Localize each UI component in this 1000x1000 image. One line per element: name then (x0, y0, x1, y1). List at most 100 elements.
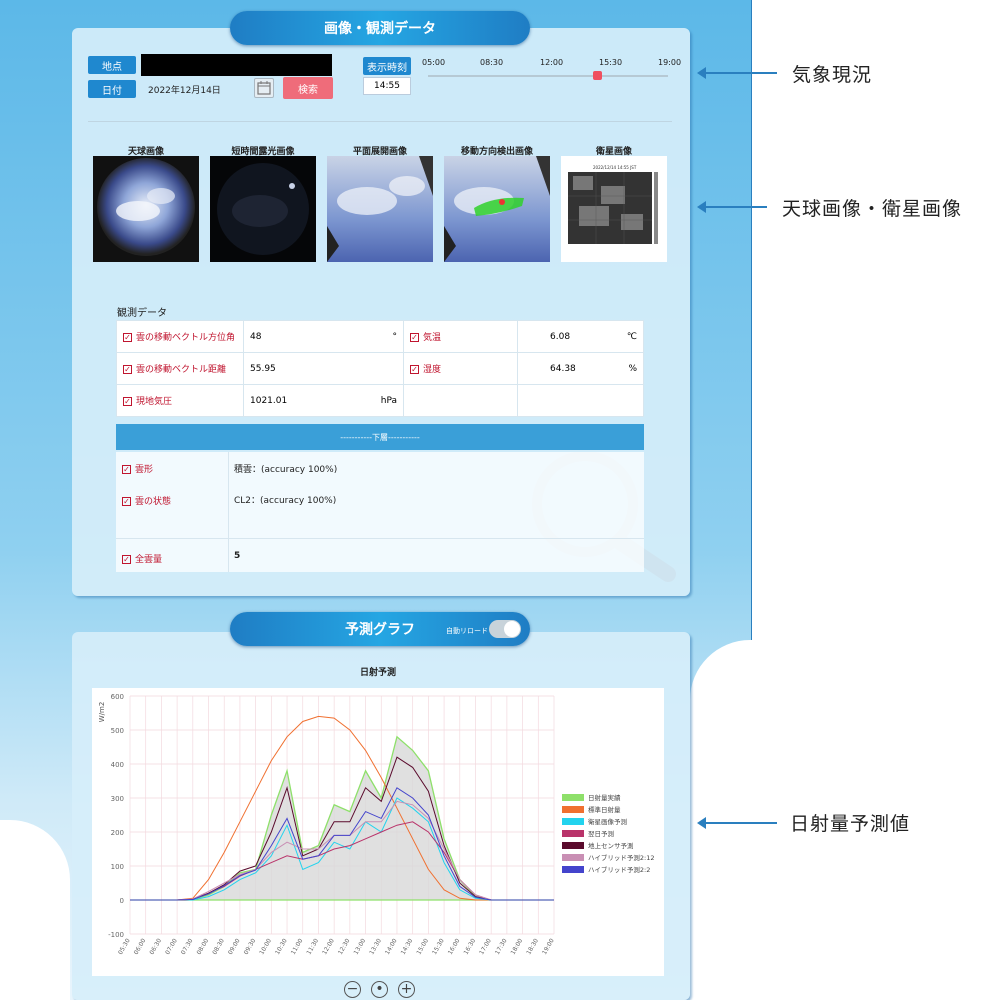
timeline-tick-label: 15:30 (599, 58, 623, 67)
observation-title: 観測データ (117, 308, 167, 319)
cloud-type-label: ✓ 雲形 (122, 465, 154, 475)
forecast-title: 予測グラフ (345, 622, 415, 638)
y-tick-label: 500 (111, 727, 124, 735)
x-tick-label: 07:00 (164, 937, 179, 956)
display-time-label: 表示時刻 (363, 57, 411, 75)
row-value: 64.38 (550, 363, 576, 374)
calendar-icon[interactable] (254, 78, 274, 98)
date-value[interactable]: 2022年12月14日 (148, 83, 221, 96)
time-slider-handle[interactable] (593, 71, 603, 80)
row-label: 湿度 (423, 365, 442, 375)
satellite-caption: 2022/12/14 14:55 JST (593, 165, 637, 170)
divider (88, 121, 672, 122)
zoom-reset-button[interactable]: • (371, 981, 388, 998)
auto-reload-toggle[interactable] (489, 620, 521, 638)
y-tick-label: 200 (111, 829, 124, 837)
time-slider[interactable]: 05:00 08:30 12:00 15:30 19:00 (422, 58, 681, 92)
x-tick-label: 18:00 (510, 937, 525, 956)
row-label: 現地気圧 (136, 397, 173, 407)
legend-swatch (562, 842, 584, 849)
y-axis-label: W/m2 (98, 702, 106, 723)
row-unit: ℃ (626, 331, 637, 342)
x-tick-label: 09:00 (227, 937, 242, 956)
zoom-out-button[interactable]: − (344, 981, 361, 998)
checkbox-icon[interactable]: ✓ (410, 365, 419, 374)
row-unit: ° (392, 331, 398, 342)
legend-label: 地上センサ予測 (588, 841, 634, 850)
panel-title-observation: 画像・観測データ (230, 11, 530, 45)
row-unit: % (628, 363, 637, 374)
decorative-cloud-left (0, 820, 70, 1000)
search-button[interactable]: 検索 (283, 77, 333, 99)
legend-swatch (562, 806, 584, 813)
y-tick-label: 400 (111, 761, 124, 769)
location-field-redacted[interactable] (141, 54, 332, 76)
x-tick-label: 15:30 (431, 937, 446, 956)
x-tick-label: 11:00 (290, 937, 305, 956)
x-tick-label: 07:30 (180, 937, 195, 956)
x-tick-label: 12:00 (321, 937, 336, 956)
x-tick-label: 10:30 (274, 937, 289, 956)
checkbox-icon[interactable]: ✓ (123, 333, 132, 342)
y-tick-label: -100 (108, 931, 124, 939)
x-tick-label: 12:30 (337, 937, 352, 956)
x-tick-label: 13:00 (353, 937, 368, 956)
row-label: 気温 (423, 333, 442, 343)
irradiance-chart-area: -100 0 100 200 300 400 500 600 05:30 06:00 06:30 07… (92, 688, 664, 976)
checkbox-icon[interactable]: ✓ (410, 333, 419, 342)
legend-label: 衛星画像予測 (588, 817, 627, 826)
x-tick-label: 05:30 (117, 937, 132, 956)
checkbox-icon[interactable]: ✓ (122, 497, 131, 506)
legend-swatch (562, 830, 584, 837)
legend-label: 日射量実績 (588, 793, 621, 802)
annotation-arrow (697, 201, 767, 213)
x-tick-label: 11:30 (305, 937, 320, 956)
legend-swatch (562, 794, 584, 801)
x-tick-label: 14:30 (400, 937, 415, 956)
observation-table: ✓ 雲の移動ベクトル方位角 48 ° ✓ 気温 6.08 ℃ ✓ 雲の移動ベクトル距離 5… (116, 320, 644, 417)
flat-projection-image[interactable] (327, 156, 433, 262)
zoom-in-button[interactable]: + (398, 981, 415, 998)
row-unit: hPa (380, 395, 397, 406)
x-tick-label: 17:30 (494, 937, 509, 956)
x-tick-label: 08:00 (196, 937, 211, 956)
legend-label: ハイブリッド予測2:2 (588, 865, 650, 874)
total-cloud-value: 5 (234, 551, 241, 561)
x-tick-label: 06:00 (133, 937, 148, 956)
table-row: ✓ 雲の移動ベクトル距離 55.95 ✓ 湿度 64.38% (116, 352, 644, 385)
chart-title: 日射予測 (360, 668, 397, 678)
row-value: 48 (250, 331, 262, 342)
irradiance-chart[interactable]: -100010020030040050060005:30 06:00 06:30 07… (92, 688, 664, 976)
legend-label: ハイブリッド予測2:12 (588, 853, 654, 862)
all-sky-image[interactable] (93, 156, 199, 262)
cloud-info-area: ✓ 雲形 積雲：(accuracy 100%) ✓ 雲の状態 CL2：(accura… (116, 452, 644, 572)
row-value: 6.08 (550, 331, 571, 342)
x-tick-label: 06:30 (148, 937, 163, 956)
x-tick-label: 09:30 (243, 937, 258, 956)
short-exposure-image[interactable] (210, 156, 316, 262)
checkbox-icon[interactable]: ✓ (123, 365, 132, 374)
table-row: ✓ 雲の移動ベクトル方位角 48 ° ✓ 気温 6.08 ℃ (116, 320, 644, 353)
display-time-value[interactable]: 14:55 (363, 77, 411, 95)
satellite-image[interactable]: 2022/12/14 14:55 JST (561, 156, 667, 262)
checkbox-icon[interactable]: ✓ (122, 465, 131, 474)
time-slider-track (428, 75, 668, 77)
x-tick-label: 08:30 (211, 937, 226, 956)
y-tick-label: 0 (120, 897, 124, 905)
checkbox-icon[interactable]: ✓ (123, 397, 132, 406)
x-tick-label: 16:00 (447, 937, 462, 956)
date-label: 日付 (88, 80, 136, 98)
cloud-type-value: 積雲：(accuracy 100%) (234, 465, 338, 475)
total-cloud-label: ✓ 全雲量 (122, 555, 163, 565)
checkbox-icon[interactable]: ✓ (122, 555, 131, 564)
annotation-arrow (697, 67, 777, 79)
x-tick-label: 18:30 (525, 937, 540, 956)
row-label: 雲の移動ベクトル方位角 (136, 333, 236, 343)
series-area-日射量実績 (130, 735, 554, 901)
motion-detection-image[interactable] (444, 156, 550, 262)
legend-label: 標準日射量 (588, 805, 621, 814)
x-tick-label: 14:00 (384, 937, 399, 956)
legend-swatch (562, 818, 584, 825)
annotation-weather-status: 気象現況 (792, 64, 873, 86)
screen: 画像・観測データ 地点 日付 2022年12月14日 検索 表示時刻 14:55… (0, 0, 1000, 1000)
